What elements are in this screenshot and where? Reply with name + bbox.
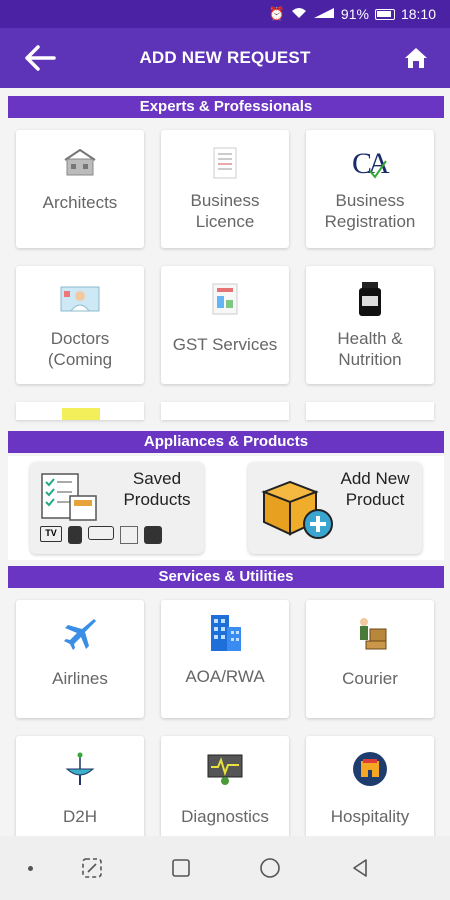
ca-logo-icon: CA <box>350 144 390 182</box>
battery-icon <box>374 8 395 20</box>
airplane-icon <box>60 614 100 652</box>
circle-icon <box>260 858 280 878</box>
category-diagnostics[interactable]: Diagnostics <box>161 736 289 836</box>
category-airlines[interactable]: Airlines <box>16 600 144 718</box>
checklist-icon <box>41 473 97 521</box>
building-sketch-icon <box>60 144 100 182</box>
screenshot-edit-icon <box>82 858 102 878</box>
category-label: Airlines <box>52 669 108 688</box>
list-item[interactable] <box>161 402 289 420</box>
category-label: AOA/RWA <box>185 667 265 686</box>
square-icon <box>172 859 190 877</box>
category-gst-services[interactable]: GST Services <box>161 266 289 384</box>
system-nav-bar <box>0 836 450 900</box>
note-icon <box>62 408 100 420</box>
dot-icon <box>27 865 33 871</box>
nav-dot-button[interactable] <box>18 856 42 880</box>
category-business-registration[interactable]: CA Business Registration <box>306 130 434 248</box>
category-business-licence[interactable]: Business Licence <box>161 130 289 248</box>
category-label: Diagnostics <box>181 807 269 826</box>
wifi-icon <box>291 7 307 22</box>
buildings-icon <box>205 614 245 652</box>
category-label: Architects <box>42 193 118 212</box>
recent-apps-button[interactable] <box>169 856 193 880</box>
category-aoa-rwa[interactable]: AOA/RWA <box>161 600 289 718</box>
list-item[interactable] <box>306 402 434 420</box>
category-label: D2H <box>62 807 97 826</box>
signal-icon <box>313 7 335 22</box>
tv-icon: TV <box>40 526 62 542</box>
appliance-icons: TV <box>40 526 162 544</box>
svg-text:A: A <box>368 147 390 180</box>
app-bar: ADD NEW REQUEST <box>0 28 450 88</box>
section-header-experts: Experts & Professionals <box>8 96 444 118</box>
clock: 18:10 <box>400 6 436 22</box>
screenshot-button[interactable] <box>80 856 104 880</box>
home-button[interactable] <box>400 42 432 74</box>
satellite-dish-icon <box>60 750 100 788</box>
request-categories: Experts & Professionals Architects Busin… <box>0 88 450 836</box>
microwave-icon <box>144 526 162 544</box>
appliances-panel: TV Saved Products Add New Product <box>8 456 444 560</box>
category-doctors[interactable]: Doctors (Coming <box>16 266 144 384</box>
back-button[interactable] <box>22 40 58 76</box>
ac-icon <box>88 526 114 540</box>
status-bar: ⏰ 91% 18:10 <box>0 0 450 28</box>
category-label: Hospitality <box>330 807 410 826</box>
category-d2h[interactable]: D2H <box>16 736 144 836</box>
triangle-back-icon <box>353 859 367 877</box>
back-nav-button[interactable] <box>348 856 372 880</box>
saved-products-button[interactable]: TV Saved Products <box>30 462 204 554</box>
add-new-product-label: Add New Product <box>340 469 410 509</box>
courier-icon <box>350 614 390 652</box>
category-courier[interactable]: Courier <box>306 600 434 718</box>
category-architects[interactable]: Architects <box>16 130 144 248</box>
category-label: GST Services <box>172 335 278 354</box>
section-header-appliances: Appliances & Products <box>8 431 444 453</box>
page-title: ADD NEW REQUEST <box>139 48 311 67</box>
home-nav-button[interactable] <box>258 856 282 880</box>
home-icon <box>405 48 427 68</box>
list-item[interactable] <box>16 402 144 420</box>
fridge-icon <box>120 526 138 544</box>
license-document-icon <box>205 144 245 182</box>
section-header-services: Services & Utilities <box>8 566 444 588</box>
category-label: Courier <box>342 669 398 688</box>
doctor-icon <box>60 280 100 318</box>
add-new-product-button[interactable]: Add New Product <box>248 462 422 554</box>
add-box-icon <box>261 480 333 539</box>
category-health-nutrition[interactable]: Health & Nutrition <box>306 266 434 384</box>
category-label: Doctors (Coming <box>47 329 113 369</box>
alarm-icon: ⏰ <box>268 6 285 21</box>
category-label: Health & Nutrition <box>337 329 403 369</box>
category-label: Business Licence <box>190 191 260 231</box>
battery-percent: 91% <box>340 6 369 22</box>
category-label: Business Registration <box>324 191 416 231</box>
supplement-jar-icon <box>350 280 390 318</box>
gst-document-icon <box>205 280 245 318</box>
washing-machine-icon <box>68 526 82 544</box>
diagnostics-icon <box>205 750 245 788</box>
saved-products-label: Saved Products <box>123 469 191 509</box>
hotel-icon <box>350 750 390 788</box>
back-arrow-icon <box>25 45 56 71</box>
category-hospitality[interactable]: Hospitality <box>306 736 434 836</box>
